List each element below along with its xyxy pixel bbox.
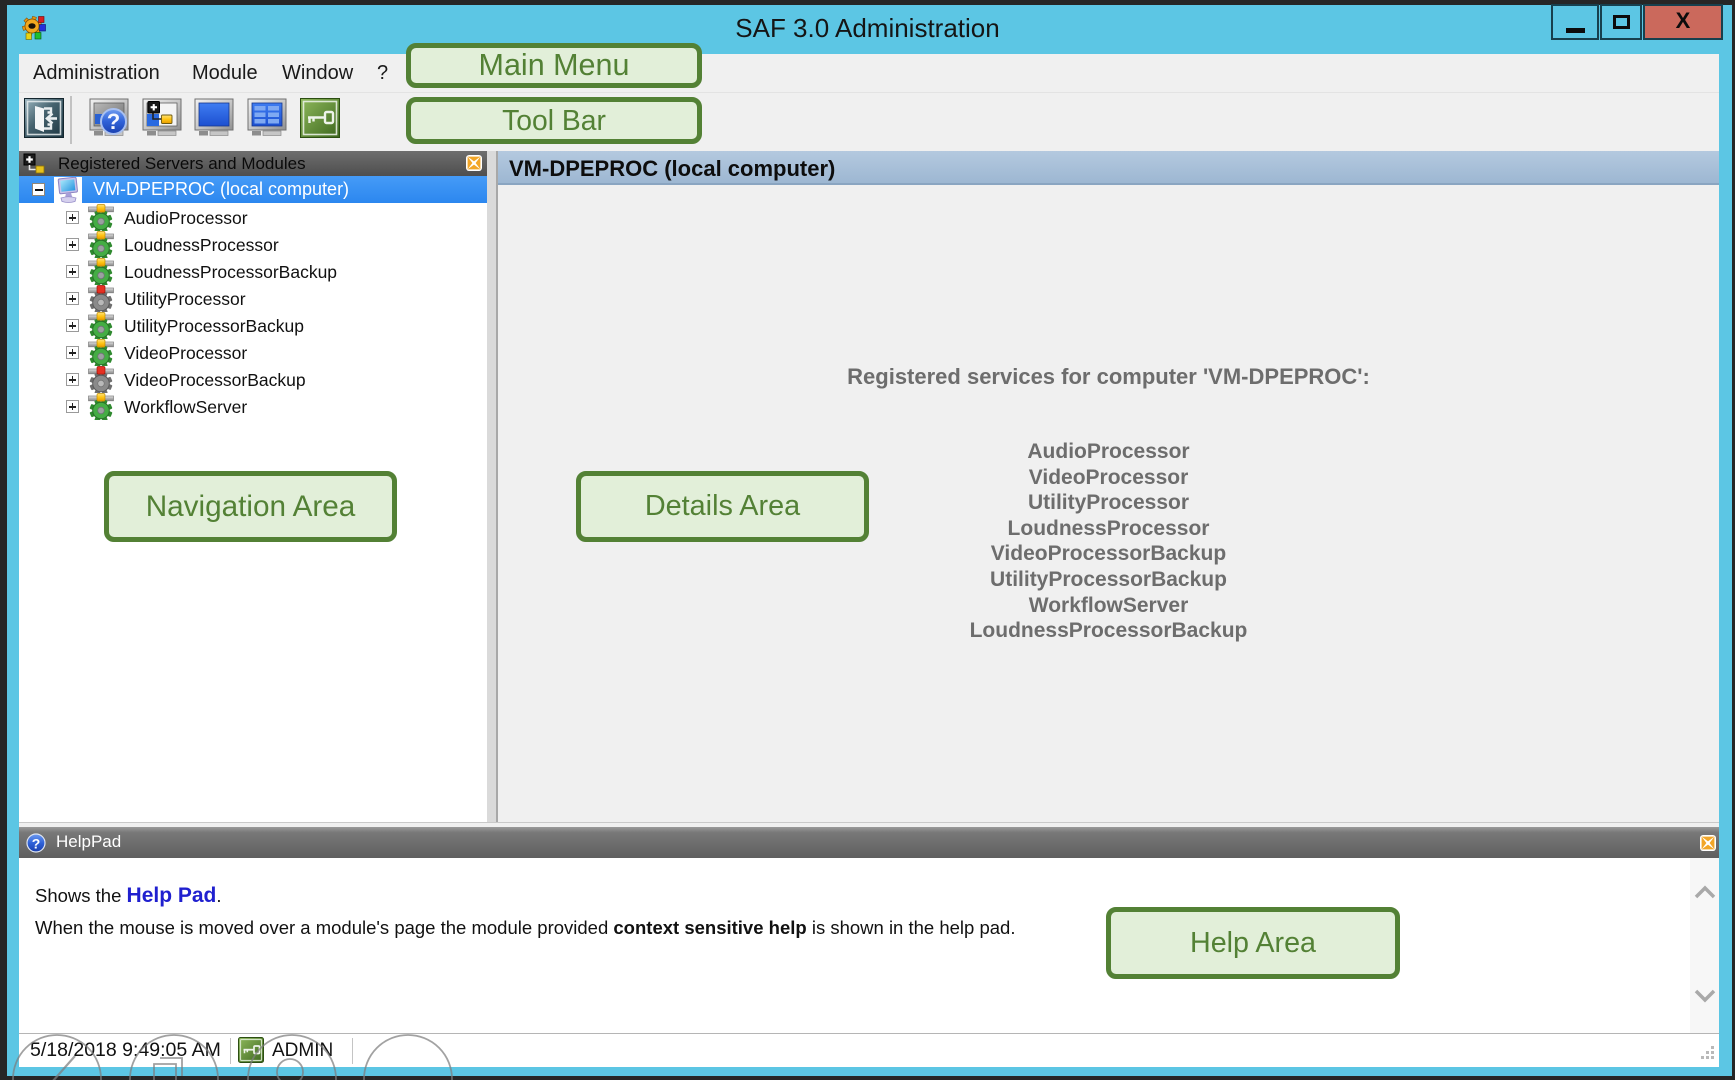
svg-text:?: ?: [107, 109, 120, 134]
svg-text:?: ?: [32, 836, 41, 852]
